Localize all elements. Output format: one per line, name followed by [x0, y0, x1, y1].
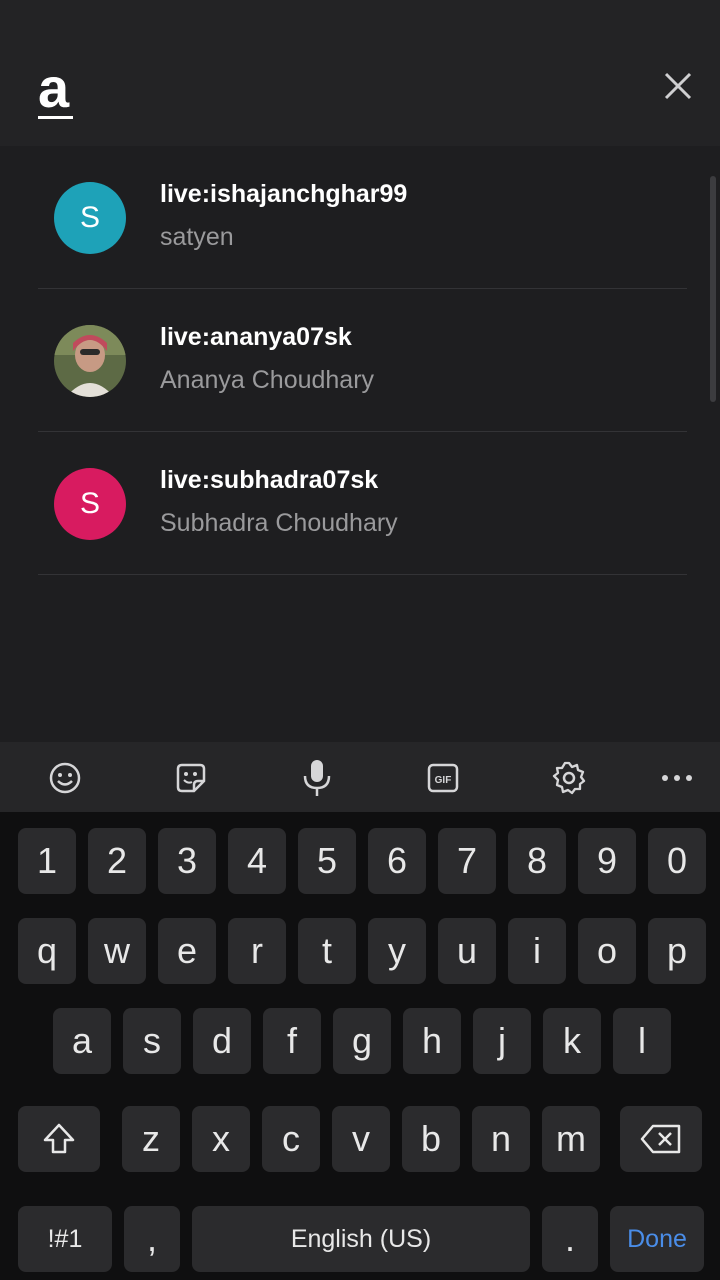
microphone-icon[interactable]: [297, 758, 337, 798]
list-item[interactable]: live:ananya07sk Ananya Choudhary: [0, 289, 705, 432]
key-c[interactable]: c: [262, 1106, 320, 1172]
key-q[interactable]: q: [18, 918, 76, 984]
key-2[interactable]: 2: [88, 828, 146, 894]
contact-id: live:subhadra07sk: [160, 466, 379, 494]
contact-id: live:ananya07sk: [160, 323, 352, 351]
key-j[interactable]: j: [473, 1008, 531, 1074]
gif-icon[interactable]: GIF: [423, 758, 463, 798]
list-item[interactable]: S live:subhadra07sk Subhadra Choudhary: [0, 432, 705, 575]
key-i[interactable]: i: [508, 918, 566, 984]
key-a[interactable]: a: [53, 1008, 111, 1074]
space-key[interactable]: English (US): [192, 1206, 530, 1272]
key-8[interactable]: 8: [508, 828, 566, 894]
contact-id: live:ishajanchghar99: [160, 180, 408, 208]
shift-key[interactable]: [18, 1106, 100, 1172]
key-1[interactable]: 1: [18, 828, 76, 894]
avatar-photo: [54, 325, 126, 397]
search-input[interactable]: [38, 52, 458, 122]
key-w[interactable]: w: [88, 918, 146, 984]
key-f[interactable]: f: [263, 1008, 321, 1074]
settings-gear-icon[interactable]: [549, 758, 589, 798]
search-results-list: S live:ishajanchghar99 satyen live:anany…: [0, 146, 720, 742]
avatar-initial: S: [79, 487, 100, 520]
key-x[interactable]: x: [192, 1106, 250, 1172]
key-6[interactable]: 6: [368, 828, 426, 894]
key-9[interactable]: 9: [578, 828, 636, 894]
comma-key[interactable]: ,: [124, 1206, 180, 1272]
avatar-initial: S: [79, 201, 100, 234]
sticker-icon[interactable]: [171, 758, 211, 798]
shift-icon: [43, 1123, 75, 1154]
key-s[interactable]: s: [123, 1008, 181, 1074]
close-search-button[interactable]: [660, 68, 696, 104]
avatar: S: [54, 468, 126, 540]
contact-name: Subhadra Choudhary: [160, 509, 398, 537]
keyboard: 1 2 3 4 5 6 7 8 9 0 q w e r t y u i o p …: [0, 812, 720, 1280]
backspace-key[interactable]: [620, 1106, 702, 1172]
profile-photo-icon: [54, 325, 126, 397]
key-n[interactable]: n: [472, 1106, 530, 1172]
key-3[interactable]: 3: [158, 828, 216, 894]
key-e[interactable]: e: [158, 918, 216, 984]
key-t[interactable]: t: [298, 918, 356, 984]
key-d[interactable]: d: [193, 1008, 251, 1074]
key-4[interactable]: 4: [228, 828, 286, 894]
key-z[interactable]: z: [122, 1106, 180, 1172]
contact-name: Ananya Choudhary: [160, 366, 375, 394]
key-7[interactable]: 7: [438, 828, 496, 894]
backspace-icon: [640, 1124, 681, 1154]
list-item[interactable]: S live:ishajanchghar99 satyen: [0, 146, 705, 289]
gif-label: GIF: [435, 775, 452, 786]
symbols-key[interactable]: !#1: [18, 1206, 112, 1272]
key-v[interactable]: v: [332, 1106, 390, 1172]
keyboard-toolbar: [0, 742, 720, 812]
key-l[interactable]: l: [613, 1008, 671, 1074]
avatar: S: [54, 182, 126, 254]
scrollbar-thumb[interactable]: [710, 176, 716, 402]
key-5[interactable]: 5: [298, 828, 356, 894]
key-m[interactable]: m: [542, 1106, 600, 1172]
done-key[interactable]: Done: [610, 1206, 704, 1272]
close-icon: [664, 72, 692, 100]
key-u[interactable]: u: [438, 918, 496, 984]
composing-underline: [38, 116, 73, 119]
key-o[interactable]: o: [578, 918, 636, 984]
search-header: [0, 0, 720, 146]
key-b[interactable]: b: [402, 1106, 460, 1172]
key-p[interactable]: p: [648, 918, 706, 984]
key-r[interactable]: r: [228, 918, 286, 984]
key-0[interactable]: 0: [648, 828, 706, 894]
contact-name: satyen: [160, 223, 234, 251]
key-g[interactable]: g: [333, 1008, 391, 1074]
more-options-icon[interactable]: [657, 758, 697, 798]
key-k[interactable]: k: [543, 1008, 601, 1074]
emoji-icon[interactable]: [45, 758, 85, 798]
divider: [38, 574, 687, 575]
period-key[interactable]: .: [542, 1206, 598, 1272]
key-h[interactable]: h: [403, 1008, 461, 1074]
key-y[interactable]: y: [368, 918, 426, 984]
